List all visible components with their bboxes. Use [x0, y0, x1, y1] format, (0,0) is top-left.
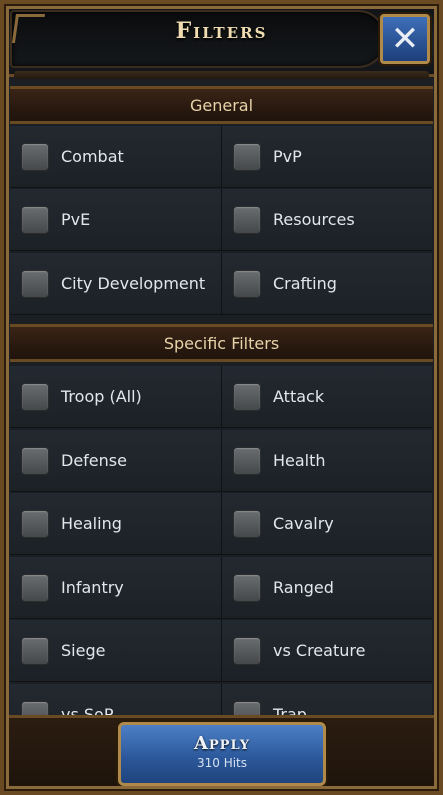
filter-label: Health	[273, 451, 326, 470]
header: Filters ✕	[0, 0, 443, 77]
checkbox[interactable]	[21, 446, 49, 475]
checkbox[interactable]	[21, 205, 49, 234]
filter-resources[interactable]: Resources	[221, 189, 432, 251]
checkbox[interactable]	[21, 382, 49, 411]
checkbox[interactable]	[21, 636, 49, 665]
filter-label: Troop (All)	[61, 387, 142, 406]
filter-attack[interactable]: Attack	[221, 366, 432, 428]
filter-label: Attack	[273, 387, 325, 406]
filter-defense[interactable]: Defense	[10, 430, 221, 492]
checkbox[interactable]	[233, 382, 261, 411]
section-title-general: General	[189, 95, 254, 115]
checkbox[interactable]	[233, 509, 261, 538]
filter-label: Crafting	[273, 274, 337, 293]
filter-cavalry[interactable]: Cavalry	[221, 493, 432, 555]
checkbox[interactable]	[233, 269, 261, 298]
close-button[interactable]: ✕	[380, 14, 430, 64]
filter-label: Cavalry	[273, 514, 334, 533]
filter-trap[interactable]: Trap	[221, 684, 432, 716]
filter-label: Siege	[61, 641, 106, 660]
filter-pve[interactable]: PvE	[10, 189, 221, 251]
checkbox[interactable]	[21, 142, 49, 171]
section-header-general: General	[10, 86, 433, 124]
checkbox[interactable]	[233, 573, 261, 602]
section-header-specific: Specific Filters	[10, 324, 433, 362]
filter-label: Defense	[61, 451, 127, 470]
apply-button[interactable]: Apply 310 Hits	[118, 722, 326, 786]
filter-label: PvE	[61, 210, 91, 229]
filter-city-development[interactable]: City Development	[10, 253, 221, 315]
checkbox[interactable]	[21, 269, 49, 298]
checkbox[interactable]	[233, 446, 261, 475]
filter-crafting[interactable]: Crafting	[221, 253, 432, 315]
filter-label: Resources	[273, 210, 355, 229]
filter-label: PvP	[273, 147, 302, 166]
checkbox[interactable]	[233, 142, 261, 171]
specific-filter-grid: Troop (All) Attack Defense Health Healin…	[10, 366, 433, 716]
general-filter-grid: Combat PvP PvE Resources City Developmen…	[10, 126, 433, 318]
filter-troop-all[interactable]: Troop (All)	[10, 366, 221, 428]
filter-ranged[interactable]: Ranged	[221, 557, 432, 619]
checkbox[interactable]	[21, 700, 49, 716]
checkbox[interactable]	[21, 509, 49, 538]
checkbox[interactable]	[21, 573, 49, 602]
filter-siege[interactable]: Siege	[10, 620, 221, 682]
filter-pvp[interactable]: PvP	[221, 126, 432, 188]
header-rail	[14, 71, 429, 79]
hits-count: 310 Hits	[196, 756, 248, 770]
section-title-specific: Specific Filters	[163, 333, 280, 353]
filter-label: vs Creature	[273, 641, 366, 660]
filter-label: Combat	[61, 147, 124, 166]
checkbox[interactable]	[233, 636, 261, 665]
filter-vs-sop[interactable]: vs SoP	[10, 684, 221, 716]
filter-healing[interactable]: Healing	[10, 493, 221, 555]
filter-health[interactable]: Health	[221, 430, 432, 492]
apply-label: Apply	[193, 733, 251, 754]
close-icon: ✕	[390, 19, 420, 59]
filter-infantry[interactable]: Infantry	[10, 557, 221, 619]
filter-vs-creature[interactable]: vs Creature	[221, 620, 432, 682]
filter-combat[interactable]: Combat	[10, 126, 221, 188]
filter-label: Infantry	[61, 578, 124, 597]
checkbox[interactable]	[233, 700, 261, 716]
filter-label: City Development	[61, 274, 206, 293]
filter-label: Ranged	[273, 578, 334, 597]
checkbox[interactable]	[233, 205, 261, 234]
page-title: Filters	[175, 18, 268, 44]
filter-label: Healing	[61, 514, 122, 533]
